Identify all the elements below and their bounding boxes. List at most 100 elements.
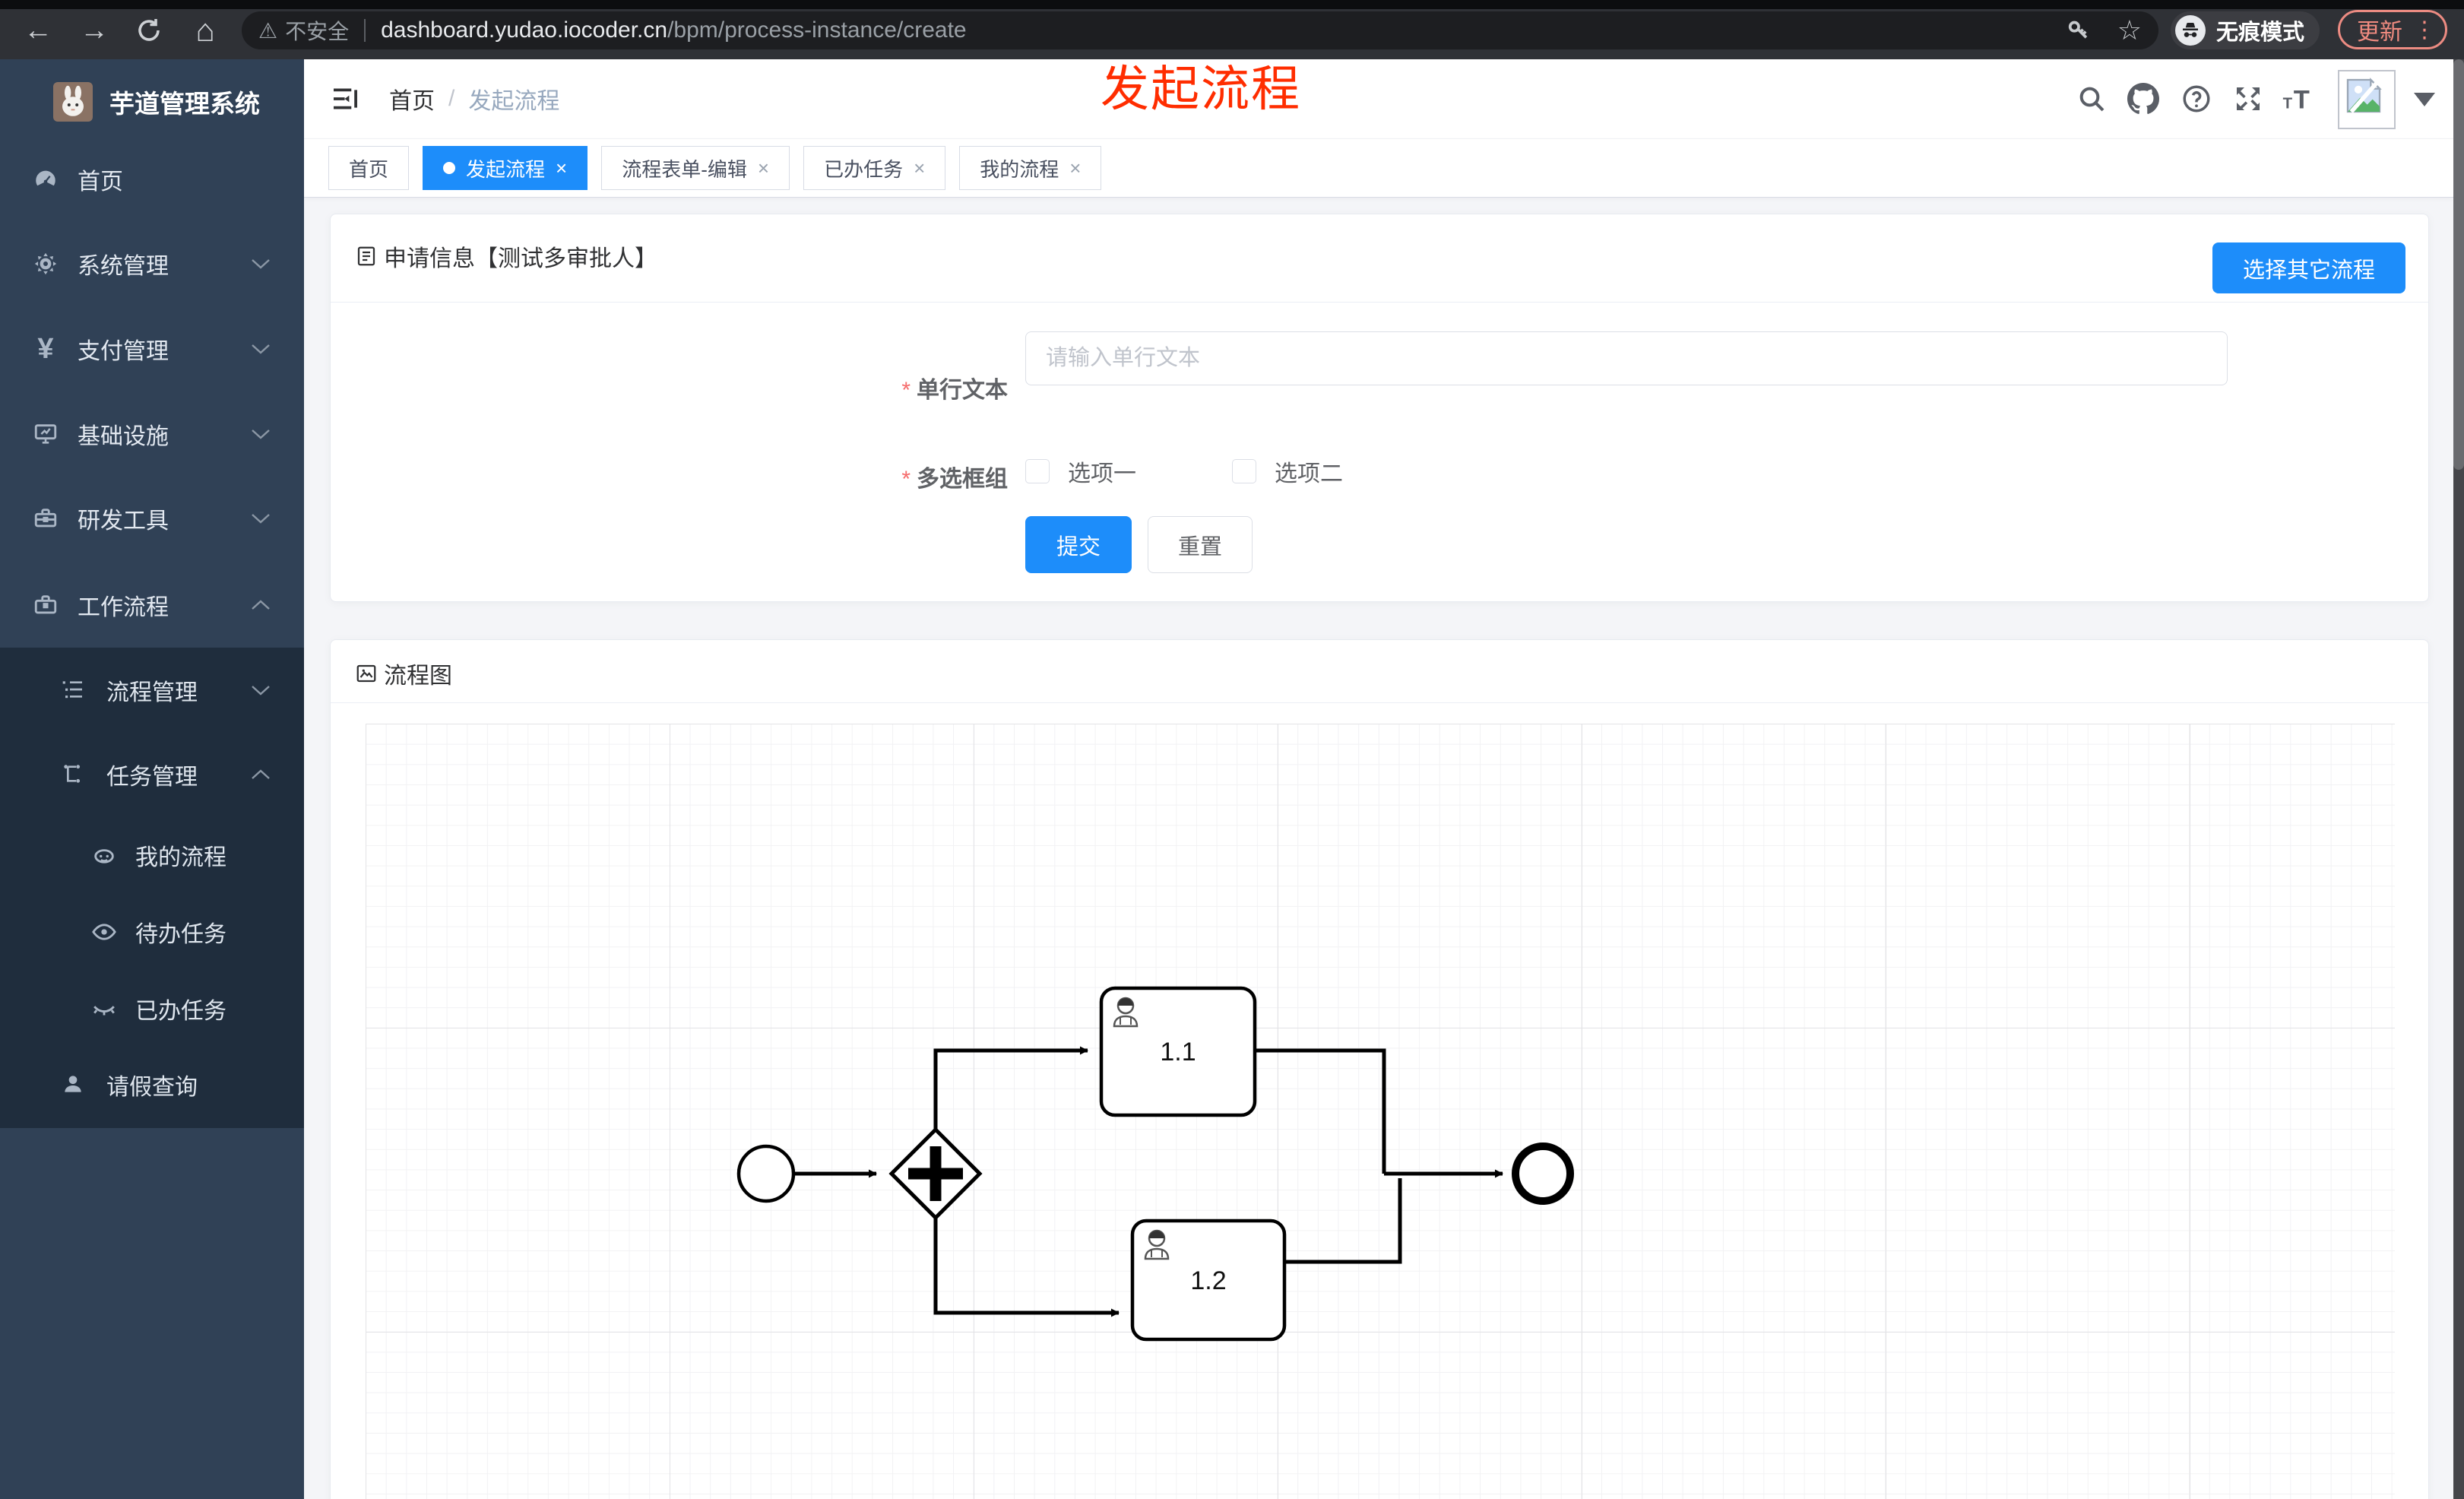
avatar-caret-down-icon[interactable] — [2414, 93, 2435, 106]
bpmn-parallel-gateway[interactable] — [888, 1127, 983, 1221]
submit-button[interactable]: 提交 — [1025, 516, 1132, 573]
checkbox-group-label: 多选框组 — [331, 460, 1008, 493]
fullscreen-icon[interactable] — [2227, 78, 2269, 120]
browser-home-button[interactable] — [185, 12, 225, 49]
tab-close-icon[interactable] — [556, 157, 567, 180]
diagram-card-title-row: 流程图 — [355, 657, 452, 690]
tab-label: 流程表单-编辑 — [622, 157, 747, 181]
sidebar-item-label: 基础设施 — [78, 424, 169, 449]
dashboard-icon — [32, 166, 59, 193]
diagram-card-header: 流程图 — [331, 640, 2428, 703]
checkbox-option-1-label[interactable]: 选项一 — [1068, 455, 1136, 488]
tab-my-process[interactable]: 我的流程 — [959, 146, 1102, 190]
bpmn-canvas[interactable]: 1.1 1.2 — [366, 724, 2395, 1499]
sidebar-item-my-process[interactable]: 我的流程 — [0, 819, 304, 892]
reset-button[interactable]: 重置 — [1148, 516, 1253, 573]
apply-card-header: 申请信息【测试多审批人】 选择其它流程 — [331, 214, 2428, 303]
chevron-down-icon — [251, 684, 271, 696]
browser-menu-dots-icon[interactable] — [2413, 17, 2436, 43]
sidebar-item-label: 流程管理 — [106, 680, 198, 705]
tab-form-edit[interactable]: 流程表单-编辑 — [601, 146, 790, 190]
checkbox-option-2[interactable] — [1232, 459, 1256, 483]
bpmn-user-task-1[interactable]: 1.1 — [1099, 986, 1257, 1117]
page-scrollbar[interactable] — [2453, 59, 2464, 1499]
sidebar-item-task-mgmt[interactable]: 任务管理 — [0, 738, 304, 811]
sidebar-item-label: 待办任务 — [135, 922, 226, 947]
github-icon[interactable] — [2122, 78, 2165, 120]
address-bar[interactable]: 不安全 dashboard.yudao.iocoder.cn/bpm/proce… — [242, 11, 2158, 49]
sidebar-collapse-button[interactable] — [331, 87, 360, 115]
sidebar-item-system[interactable]: 系统管理 — [0, 226, 304, 302]
scrollbar-thumb[interactable] — [2453, 59, 2464, 470]
page-annotation-text: 发起流程 — [1101, 62, 1301, 116]
help-icon[interactable] — [2175, 78, 2218, 120]
briefcase-icon — [32, 591, 59, 619]
toolbox-icon — [32, 505, 59, 532]
checkbox-group: 选项一 选项二 — [1025, 447, 1420, 496]
chevron-up-icon — [251, 599, 271, 611]
browser-tab-strip — [0, 0, 2464, 9]
tab-close-icon[interactable] — [1069, 157, 1081, 180]
url-path: /bpm/process-instance/create — [667, 17, 967, 43]
document-icon — [357, 246, 375, 266]
monitor-icon — [32, 420, 59, 448]
bpmn-start-event[interactable] — [736, 1144, 796, 1203]
font-size-icon[interactable]: TT — [2277, 78, 2320, 120]
tab-label: 已办任务 — [824, 157, 904, 181]
browser-back-button[interactable] — [18, 12, 58, 49]
app-logo-row[interactable]: 芋道管理系统 — [0, 73, 304, 131]
browser-reload-button[interactable] — [129, 12, 169, 49]
sidebar-item-infrastructure[interactable]: 基础设施 — [0, 396, 304, 472]
yen-icon — [32, 335, 59, 363]
checkbox-option-1[interactable] — [1025, 459, 1050, 483]
breadcrumb-home[interactable]: 首页 — [389, 82, 435, 116]
sidebar-item-workflow[interactable]: 工作流程 — [0, 567, 304, 643]
tab-start-process[interactable]: 发起流程 — [423, 146, 588, 190]
tab-done-tasks[interactable]: 已办任务 — [803, 146, 946, 190]
app-title: 芋道管理系统 — [109, 90, 260, 118]
task-label: 1.1 — [1160, 1038, 1196, 1066]
tags-view-bar: 首页 发起流程 流程表单-编辑 已办任务 我的流程 — [304, 138, 2453, 198]
address-divider — [364, 19, 366, 42]
browser-update-button[interactable]: 更新 — [2338, 10, 2447, 49]
password-key-icon[interactable] — [2066, 16, 2092, 46]
sidebar-item-devtools[interactable]: 研发工具 — [0, 480, 304, 556]
bpmn-end-event[interactable] — [1512, 1142, 1574, 1205]
app-logo-avatar — [53, 82, 93, 122]
select-other-process-button[interactable]: 选择其它流程 — [2212, 242, 2405, 293]
incognito-badge: 无痕模式 — [2171, 11, 2320, 49]
sidebar-item-home[interactable]: 首页 — [0, 141, 304, 217]
tab-close-icon[interactable] — [914, 157, 925, 180]
security-label: 不安全 — [285, 20, 350, 43]
browser-forward-button[interactable] — [74, 12, 114, 49]
sidebar-item-label: 首页 — [78, 170, 123, 195]
sidebar-item-process-mgmt[interactable]: 流程管理 — [0, 654, 304, 727]
task-label: 1.2 — [1190, 1266, 1226, 1295]
apply-info-card: 申请信息【测试多审批人】 选择其它流程 单行文本 多选框组 选项一 选项二 提 — [330, 214, 2429, 602]
sidebar-item-todo-tasks[interactable]: 待办任务 — [0, 895, 304, 968]
sidebar-item-done-tasks[interactable]: 已办任务 — [0, 972, 304, 1045]
user-avatar[interactable] — [2338, 70, 2396, 129]
top-navbar: 首页 / 发起流程 TT — [304, 59, 2453, 138]
bpmn-user-task-2[interactable]: 1.2 — [1130, 1219, 1287, 1342]
incognito-label: 无痕模式 — [2216, 21, 2305, 45]
sidebar-item-payment[interactable]: 支付管理 — [0, 311, 304, 387]
bpmn-diagram: 1.1 1.2 — [736, 986, 1574, 1342]
back-icon — [24, 14, 52, 47]
workflow-submenu: 流程管理 任务管理 我的流程 待办任务 已办任务 请假查询 — [0, 648, 304, 1128]
tree-list-icon — [61, 677, 87, 703]
breadcrumb-separator: / — [448, 86, 455, 111]
sidebar-item-leave-query[interactable]: 请假查询 — [0, 1048, 304, 1121]
checkbox-option-2-label[interactable]: 选项二 — [1275, 455, 1343, 488]
single-line-text-input[interactable] — [1025, 331, 2228, 385]
tab-home[interactable]: 首页 — [328, 146, 410, 190]
incognito-icon — [2175, 15, 2206, 46]
eye-icon — [91, 919, 117, 945]
forward-icon — [80, 14, 109, 47]
search-icon[interactable] — [2070, 78, 2113, 120]
svg-text:T: T — [2294, 86, 2310, 114]
bookmark-star-icon[interactable] — [2117, 14, 2142, 46]
url-host: dashboard.yudao.iocoder.cn — [381, 17, 668, 43]
sidebar-item-label: 支付管理 — [78, 339, 169, 364]
tab-close-icon[interactable] — [758, 157, 769, 180]
